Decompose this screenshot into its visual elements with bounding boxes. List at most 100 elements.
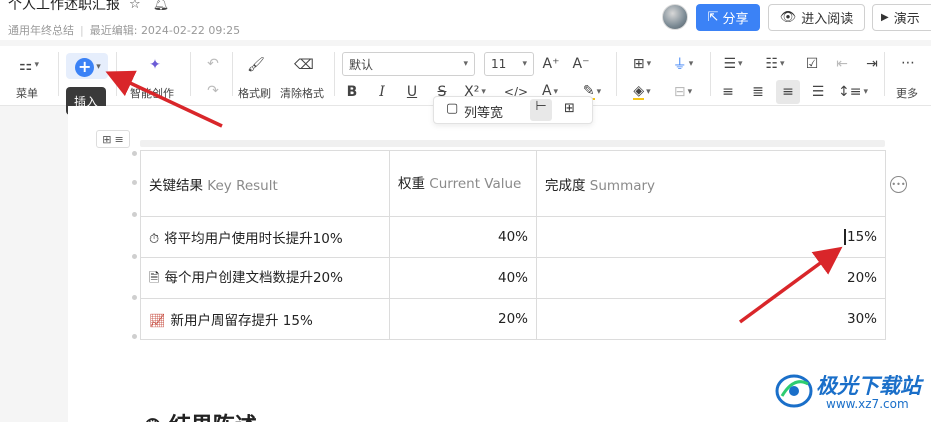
completion-cell[interactable]: 20% [536, 257, 886, 299]
present-button[interactable]: ▶ 演示 [872, 4, 931, 31]
decrease-font-icon[interactable]: A⁻ [570, 54, 592, 74]
watermark-url: www.xz7.com [826, 397, 909, 411]
eraser-icon[interactable]: ⌫ [291, 54, 317, 76]
line-spacing-icon[interactable]: ↕≡ ▾ [838, 82, 868, 102]
table-handle-button[interactable]: ⊞ ≡ [96, 130, 130, 148]
insert-button[interactable]: + ▾ [70, 56, 106, 78]
more-label[interactable]: 更多 [896, 85, 918, 101]
menu-label: 菜单 [16, 87, 38, 100]
key-result-cell[interactable]: ⏱ 将平均用户使用时长提升10% [140, 216, 390, 258]
table-floating-toolbar: ▢ 列等宽 ⊢ ⊞ [433, 96, 593, 124]
divider [616, 52, 617, 96]
section-heading: ⏲ 结果陈述 [144, 408, 257, 422]
bullet-list-icon[interactable]: ☰ ▾ [718, 54, 748, 74]
cell-fill-icon[interactable]: ◈ ▾ [626, 82, 658, 102]
table-grid-icon[interactable]: ⊞ [564, 101, 575, 116]
row-handle[interactable] [132, 151, 137, 156]
align-right-icon[interactable]: ≡ [778, 82, 798, 102]
underline-icon[interactable]: U [402, 82, 422, 102]
stopwatch-icon: ⏱ [149, 232, 160, 247]
last-edit-label: 最近编辑: [89, 24, 138, 37]
row-handle[interactable] [132, 254, 137, 259]
document-header: 个人工作述职汇报 ☆ 🔔︎ 通用年终总结 | 最近编辑: 2024-02-22 09… [0, 0, 931, 40]
table-row: 📈︎ 新用户周留存提升 15% 20% 30% [140, 298, 886, 340]
divider [710, 52, 711, 96]
document-icon: 🗎 [149, 270, 160, 286]
key-result-cell[interactable]: 🗎 每个用户创建文档数提升20% [140, 257, 390, 299]
justify-icon[interactable]: ☰ [808, 82, 828, 102]
outdent-icon[interactable]: ⇤ [832, 54, 852, 74]
magic-wand-icon[interactable]: ✦ [142, 54, 168, 76]
divider [884, 52, 885, 96]
menu-lines-icon: ≡ [114, 132, 124, 146]
indent-icon[interactable]: ⇥ [862, 54, 882, 74]
equal-width-label[interactable]: 列等宽 [464, 102, 503, 121]
merge-cells-icon[interactable]: ⊟ ▾ [668, 82, 698, 102]
divider [58, 52, 59, 96]
table-row: ⏱ 将平均用户使用时长提升10% 40% 15% [140, 216, 886, 258]
weight-cell[interactable]: 40% [389, 257, 537, 299]
table-row: 🗎 每个用户创建文档数提升20% 40% 20% [140, 257, 886, 299]
table-border-icon[interactable]: ⊞ ▾ [626, 54, 658, 74]
divider [232, 52, 233, 96]
bell-icon[interactable]: 🔔︎ [153, 0, 170, 12]
table-header-cell[interactable]: 完成度 Summary [536, 150, 886, 217]
text-cursor [843, 229, 846, 245]
chevron-down-icon: ▾ [522, 59, 527, 69]
column-icon[interactable]: ⊢ [530, 99, 552, 121]
increase-font-icon[interactable]: A⁺ [540, 54, 562, 74]
comment-icon[interactable]: ••• [890, 176, 907, 193]
clear-format-label[interactable]: 清除格式 [280, 85, 324, 101]
chevron-down-icon: ▾ [96, 62, 101, 72]
format-brush-label[interactable]: 格式刷 [238, 85, 271, 101]
template-tag: 通用年终总结 [8, 24, 74, 37]
more-icon[interactable]: ⋯ [896, 52, 920, 74]
format-painter-icon[interactable]: 🖌︎ [244, 54, 268, 76]
row-handle[interactable] [132, 334, 137, 339]
redo-icon[interactable]: ↷ [202, 81, 224, 101]
completion-cell[interactable]: 15% [536, 216, 886, 258]
key-result-cell[interactable]: 📈︎ 新用户周留存提升 15% [140, 298, 390, 340]
weight-cell[interactable]: 20% [389, 298, 537, 340]
divider [190, 52, 191, 96]
bold-icon[interactable]: B [342, 82, 362, 102]
numbered-list-icon[interactable]: ☷ ▾ [760, 54, 790, 74]
undo-icon[interactable]: ↶ [202, 54, 224, 74]
share-icon: ⇱ [707, 10, 719, 25]
italic-icon[interactable]: I [372, 82, 392, 102]
weight-cell[interactable]: 40% [389, 216, 537, 258]
share-button[interactable]: ⇱ 分享 [696, 4, 760, 31]
heading-icon: ⏲ [144, 414, 169, 422]
align-center-icon[interactable]: ≣ [748, 82, 768, 102]
ai-create-label[interactable]: 智能创作 [130, 85, 174, 101]
watermark-name: 极光下载站 [816, 374, 921, 398]
table-header-row: 关键结果 Key Result 权重 Current Value 完成度 Sum… [140, 150, 886, 217]
reading-mode-button[interactable]: 👁︎ 进入阅读 [768, 4, 865, 31]
table-header-cell[interactable]: 权重 Current Value [389, 150, 537, 217]
font-family-select[interactable]: 默认 ▾ [342, 52, 475, 76]
row-handle[interactable] [132, 212, 137, 217]
document-meta: 通用年终总结 | 最近编辑: 2024-02-22 09:25 [8, 24, 241, 37]
document-title[interactable]: 个人工作述职汇报 [8, 0, 120, 14]
plus-icon: + [75, 57, 95, 77]
table-header-cell[interactable]: 关键结果 Key Result [140, 150, 390, 217]
divider [334, 52, 335, 96]
column-select-rail[interactable] [140, 140, 885, 147]
align-left-icon[interactable]: ≡ [718, 82, 738, 102]
completion-cell[interactable]: 30% [536, 298, 886, 340]
avatar[interactable] [662, 4, 688, 30]
eye-icon: 👁︎ [779, 10, 797, 25]
row-handle[interactable] [132, 180, 137, 185]
menu-button[interactable]: ⚏ ▾ [14, 54, 44, 76]
vertical-align-icon[interactable]: ⏚ ▾ [668, 54, 698, 74]
checkbox-list-icon[interactable]: ☑ [802, 54, 822, 74]
grid-icon: ⚏ [19, 56, 33, 74]
font-size-select[interactable]: 11 ▾ [484, 52, 534, 76]
chevron-down-icon: ▾ [34, 60, 39, 70]
chart-icon: 📈︎ [149, 314, 166, 329]
star-icon[interactable]: ☆ [129, 0, 141, 12]
okr-table: 关键结果 Key Result 权重 Current Value 完成度 Sum… [140, 150, 886, 340]
play-icon: ▶ [881, 12, 889, 23]
row-handle[interactable] [132, 295, 137, 300]
equal-width-icon[interactable]: ▢ [446, 101, 458, 116]
